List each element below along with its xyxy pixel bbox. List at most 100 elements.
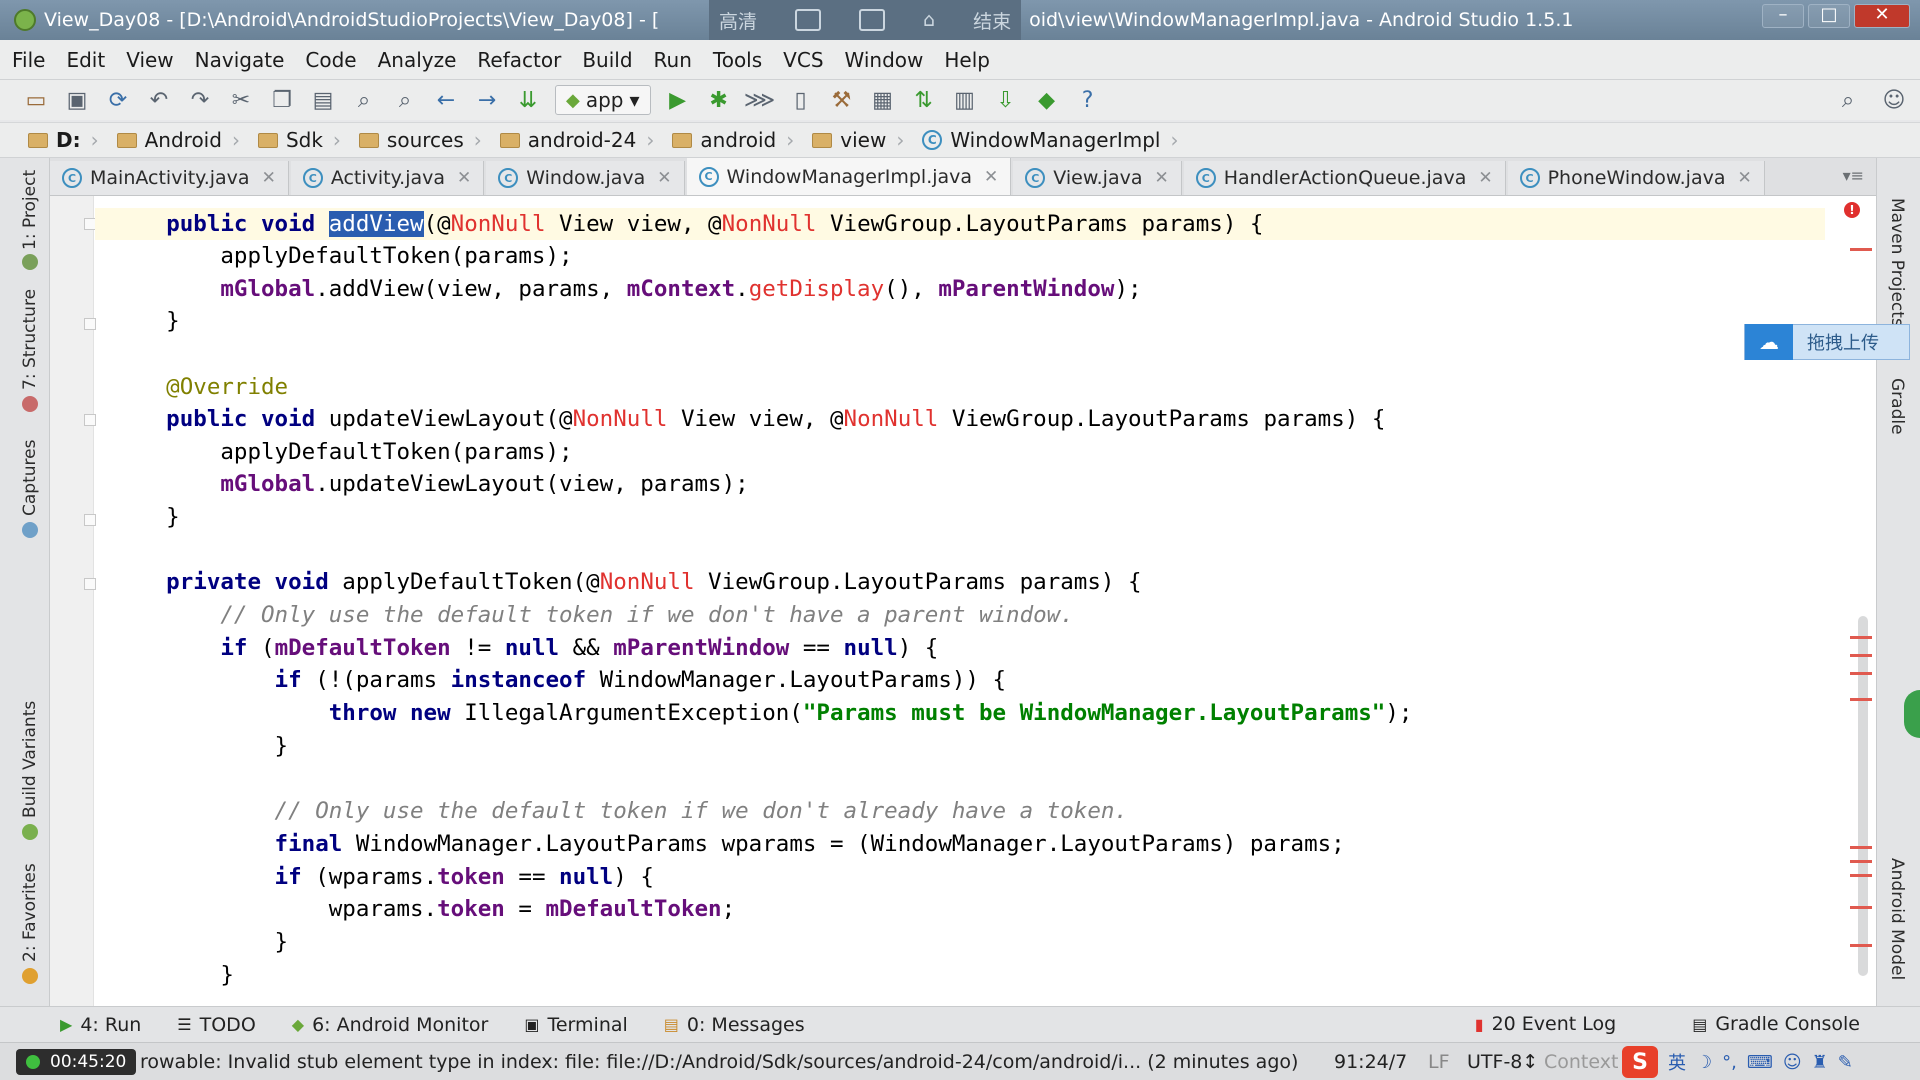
error-stripe-mark[interactable] bbox=[1850, 846, 1872, 849]
user-icon[interactable]: ☺ bbox=[1880, 86, 1908, 114]
tool-todo[interactable]: ☰ TODO bbox=[177, 1014, 256, 1036]
forward-icon[interactable]: → bbox=[473, 86, 501, 114]
home-icon[interactable]: ⌂ bbox=[923, 9, 935, 31]
breadcrumb-android-24[interactable]: android-24 › bbox=[499, 128, 654, 152]
breadcrumb-sources[interactable]: sources › bbox=[358, 128, 482, 152]
tool-messages[interactable]: ▤ 0: Messages bbox=[664, 1014, 805, 1036]
tool-structure[interactable]: 7: Structure bbox=[20, 289, 40, 390]
error-stripe-mark[interactable] bbox=[1850, 654, 1872, 657]
cursor-position[interactable]: 91:24/7 bbox=[1334, 1051, 1407, 1073]
tab-handleractionqueue[interactable]: C HandlerActionQueue.java ✕ bbox=[1183, 161, 1506, 195]
wrench-icon[interactable]: ✎ bbox=[1838, 1052, 1853, 1073]
open-folder-icon[interactable]: ▭ bbox=[22, 86, 50, 114]
avd-manager-icon[interactable]: ▥ bbox=[951, 86, 979, 114]
paste-icon[interactable]: ▤ bbox=[309, 86, 337, 114]
gradle-sync-icon[interactable]: ⇅ bbox=[910, 86, 938, 114]
shirt-icon[interactable]: ♜ bbox=[1812, 1052, 1828, 1073]
fold-marker[interactable] bbox=[84, 514, 96, 526]
error-stripe-mark[interactable] bbox=[1850, 672, 1872, 675]
error-stripe-mark[interactable] bbox=[1850, 874, 1872, 877]
error-stripe-mark[interactable] bbox=[1850, 944, 1872, 947]
help-icon[interactable]: ? bbox=[1074, 86, 1102, 114]
menu-edit[interactable]: Edit bbox=[66, 48, 105, 72]
tool-captures[interactable]: Captures bbox=[20, 440, 40, 516]
replace-icon[interactable]: ⌕ bbox=[391, 86, 419, 114]
close-tab-icon[interactable]: ✕ bbox=[984, 167, 998, 187]
menu-refactor[interactable]: Refactor bbox=[477, 48, 561, 72]
fullscreen-icon[interactable] bbox=[795, 9, 822, 31]
menu-help[interactable]: Help bbox=[944, 48, 990, 72]
sogou-ime-icon[interactable]: S bbox=[1622, 1046, 1658, 1078]
menu-file[interactable]: File bbox=[12, 48, 45, 72]
user-icon[interactable]: ☺ bbox=[1783, 1052, 1802, 1073]
close-tab-icon[interactable]: ✕ bbox=[1155, 168, 1169, 188]
hd-button[interactable]: 高清 bbox=[719, 7, 757, 34]
minimize-button[interactable]: – bbox=[1762, 4, 1804, 28]
android-device-monitor-icon[interactable]: ◆ bbox=[1033, 86, 1061, 114]
tool-favorites[interactable]: 2: Favorites bbox=[20, 863, 40, 962]
close-button[interactable]: ✕ bbox=[1854, 4, 1910, 28]
menu-analyze[interactable]: Analyze bbox=[378, 48, 457, 72]
breadcrumb-android-pkg[interactable]: android › bbox=[672, 128, 794, 152]
editor-scrollbar[interactable] bbox=[1858, 616, 1868, 976]
breadcrumb-view[interactable]: view › bbox=[812, 128, 904, 152]
tool-android-model[interactable]: Android Model bbox=[1887, 858, 1907, 980]
tool-project[interactable]: 1: Project bbox=[20, 170, 40, 250]
window-icon[interactable] bbox=[859, 9, 886, 31]
menu-run[interactable]: Run bbox=[654, 48, 692, 72]
tool-maven-projects[interactable]: Maven Projects bbox=[1887, 198, 1907, 327]
error-stripe-mark[interactable] bbox=[1850, 248, 1872, 251]
tab-mainactivity[interactable]: C MainActivity.java ✕ bbox=[50, 161, 289, 195]
copy-icon[interactable]: ❐ bbox=[268, 86, 296, 114]
fold-marker[interactable] bbox=[84, 414, 96, 426]
run-config-select[interactable]: ◆ app ▾ bbox=[555, 85, 651, 115]
tab-window[interactable]: C Window.java ✕ bbox=[486, 161, 685, 195]
error-stripe-mark[interactable] bbox=[1850, 636, 1872, 639]
maximize-button[interactable]: □ bbox=[1808, 4, 1850, 28]
tool-terminal[interactable]: ▣ Terminal bbox=[524, 1014, 627, 1036]
make-project-icon[interactable]: ⇊ bbox=[514, 86, 542, 114]
menu-build[interactable]: Build bbox=[582, 48, 632, 72]
error-stripe-mark[interactable] bbox=[1850, 906, 1872, 909]
menu-code[interactable]: Code bbox=[305, 48, 356, 72]
debug-icon[interactable]: ✱ bbox=[705, 86, 733, 114]
menu-tools[interactable]: Tools bbox=[713, 48, 762, 72]
tab-view[interactable]: C View.java ✕ bbox=[1013, 161, 1182, 195]
tab-phonewindow[interactable]: C PhoneWindow.java ✕ bbox=[1507, 161, 1765, 195]
run-icon[interactable]: ▶ bbox=[664, 86, 692, 114]
menu-view[interactable]: View bbox=[126, 48, 173, 72]
find-icon[interactable]: ⌕ bbox=[350, 86, 378, 114]
redo-icon[interactable]: ↷ bbox=[186, 86, 214, 114]
breadcrumb-class[interactable]: C WindowManagerImpl › bbox=[922, 128, 1178, 152]
tool-gradle[interactable]: Gradle bbox=[1887, 378, 1907, 435]
floating-widget-icon[interactable] bbox=[1904, 690, 1920, 738]
line-separator[interactable]: LF bbox=[1428, 1051, 1450, 1073]
file-encoding[interactable]: UTF-8↕ bbox=[1467, 1051, 1538, 1073]
fold-marker[interactable] bbox=[84, 578, 96, 590]
tool-build-variants[interactable]: Build Variants bbox=[20, 701, 40, 818]
tool-run[interactable]: ▶ 4: Run bbox=[60, 1014, 141, 1036]
back-icon[interactable]: ← bbox=[432, 86, 460, 114]
ime-language[interactable]: 英 bbox=[1668, 1049, 1686, 1075]
moon-icon[interactable]: ☽ bbox=[1696, 1052, 1712, 1073]
punctuation-icon[interactable]: °, bbox=[1722, 1052, 1737, 1073]
project-structure-icon[interactable]: ⚒ bbox=[828, 86, 856, 114]
error-stripe-mark[interactable] bbox=[1850, 860, 1872, 863]
keyboard-icon[interactable]: ⌨ bbox=[1747, 1052, 1773, 1073]
tool-android-monitor[interactable]: ◆ 6: Android Monitor bbox=[292, 1014, 489, 1036]
close-tab-icon[interactable]: ✕ bbox=[262, 168, 276, 188]
tool-gradle-console[interactable]: ▤ Gradle Console bbox=[1692, 1013, 1860, 1035]
layout-icon[interactable]: ▦ bbox=[869, 86, 897, 114]
tab-windowmanagerimpl[interactable]: C WindowManagerImpl.java ✕ bbox=[686, 158, 1012, 195]
menu-vcs[interactable]: VCS bbox=[783, 48, 823, 72]
fold-marker[interactable] bbox=[84, 318, 96, 330]
cut-icon[interactable]: ✂ bbox=[227, 86, 255, 114]
close-tab-icon[interactable]: ✕ bbox=[457, 168, 471, 188]
breadcrumb-drive[interactable]: D: › bbox=[28, 128, 99, 152]
cloud-upload-widget[interactable]: ☁ 拖拽上传 bbox=[1744, 324, 1910, 360]
save-all-icon[interactable]: ▣ bbox=[63, 86, 91, 114]
breadcrumb-sdk[interactable]: Sdk › bbox=[257, 128, 341, 152]
editor-gutter[interactable] bbox=[50, 196, 96, 1006]
code-editor[interactable]: public void addView(@NonNull View view, … bbox=[50, 196, 1876, 1006]
undo-icon[interactable]: ↶ bbox=[145, 86, 173, 114]
